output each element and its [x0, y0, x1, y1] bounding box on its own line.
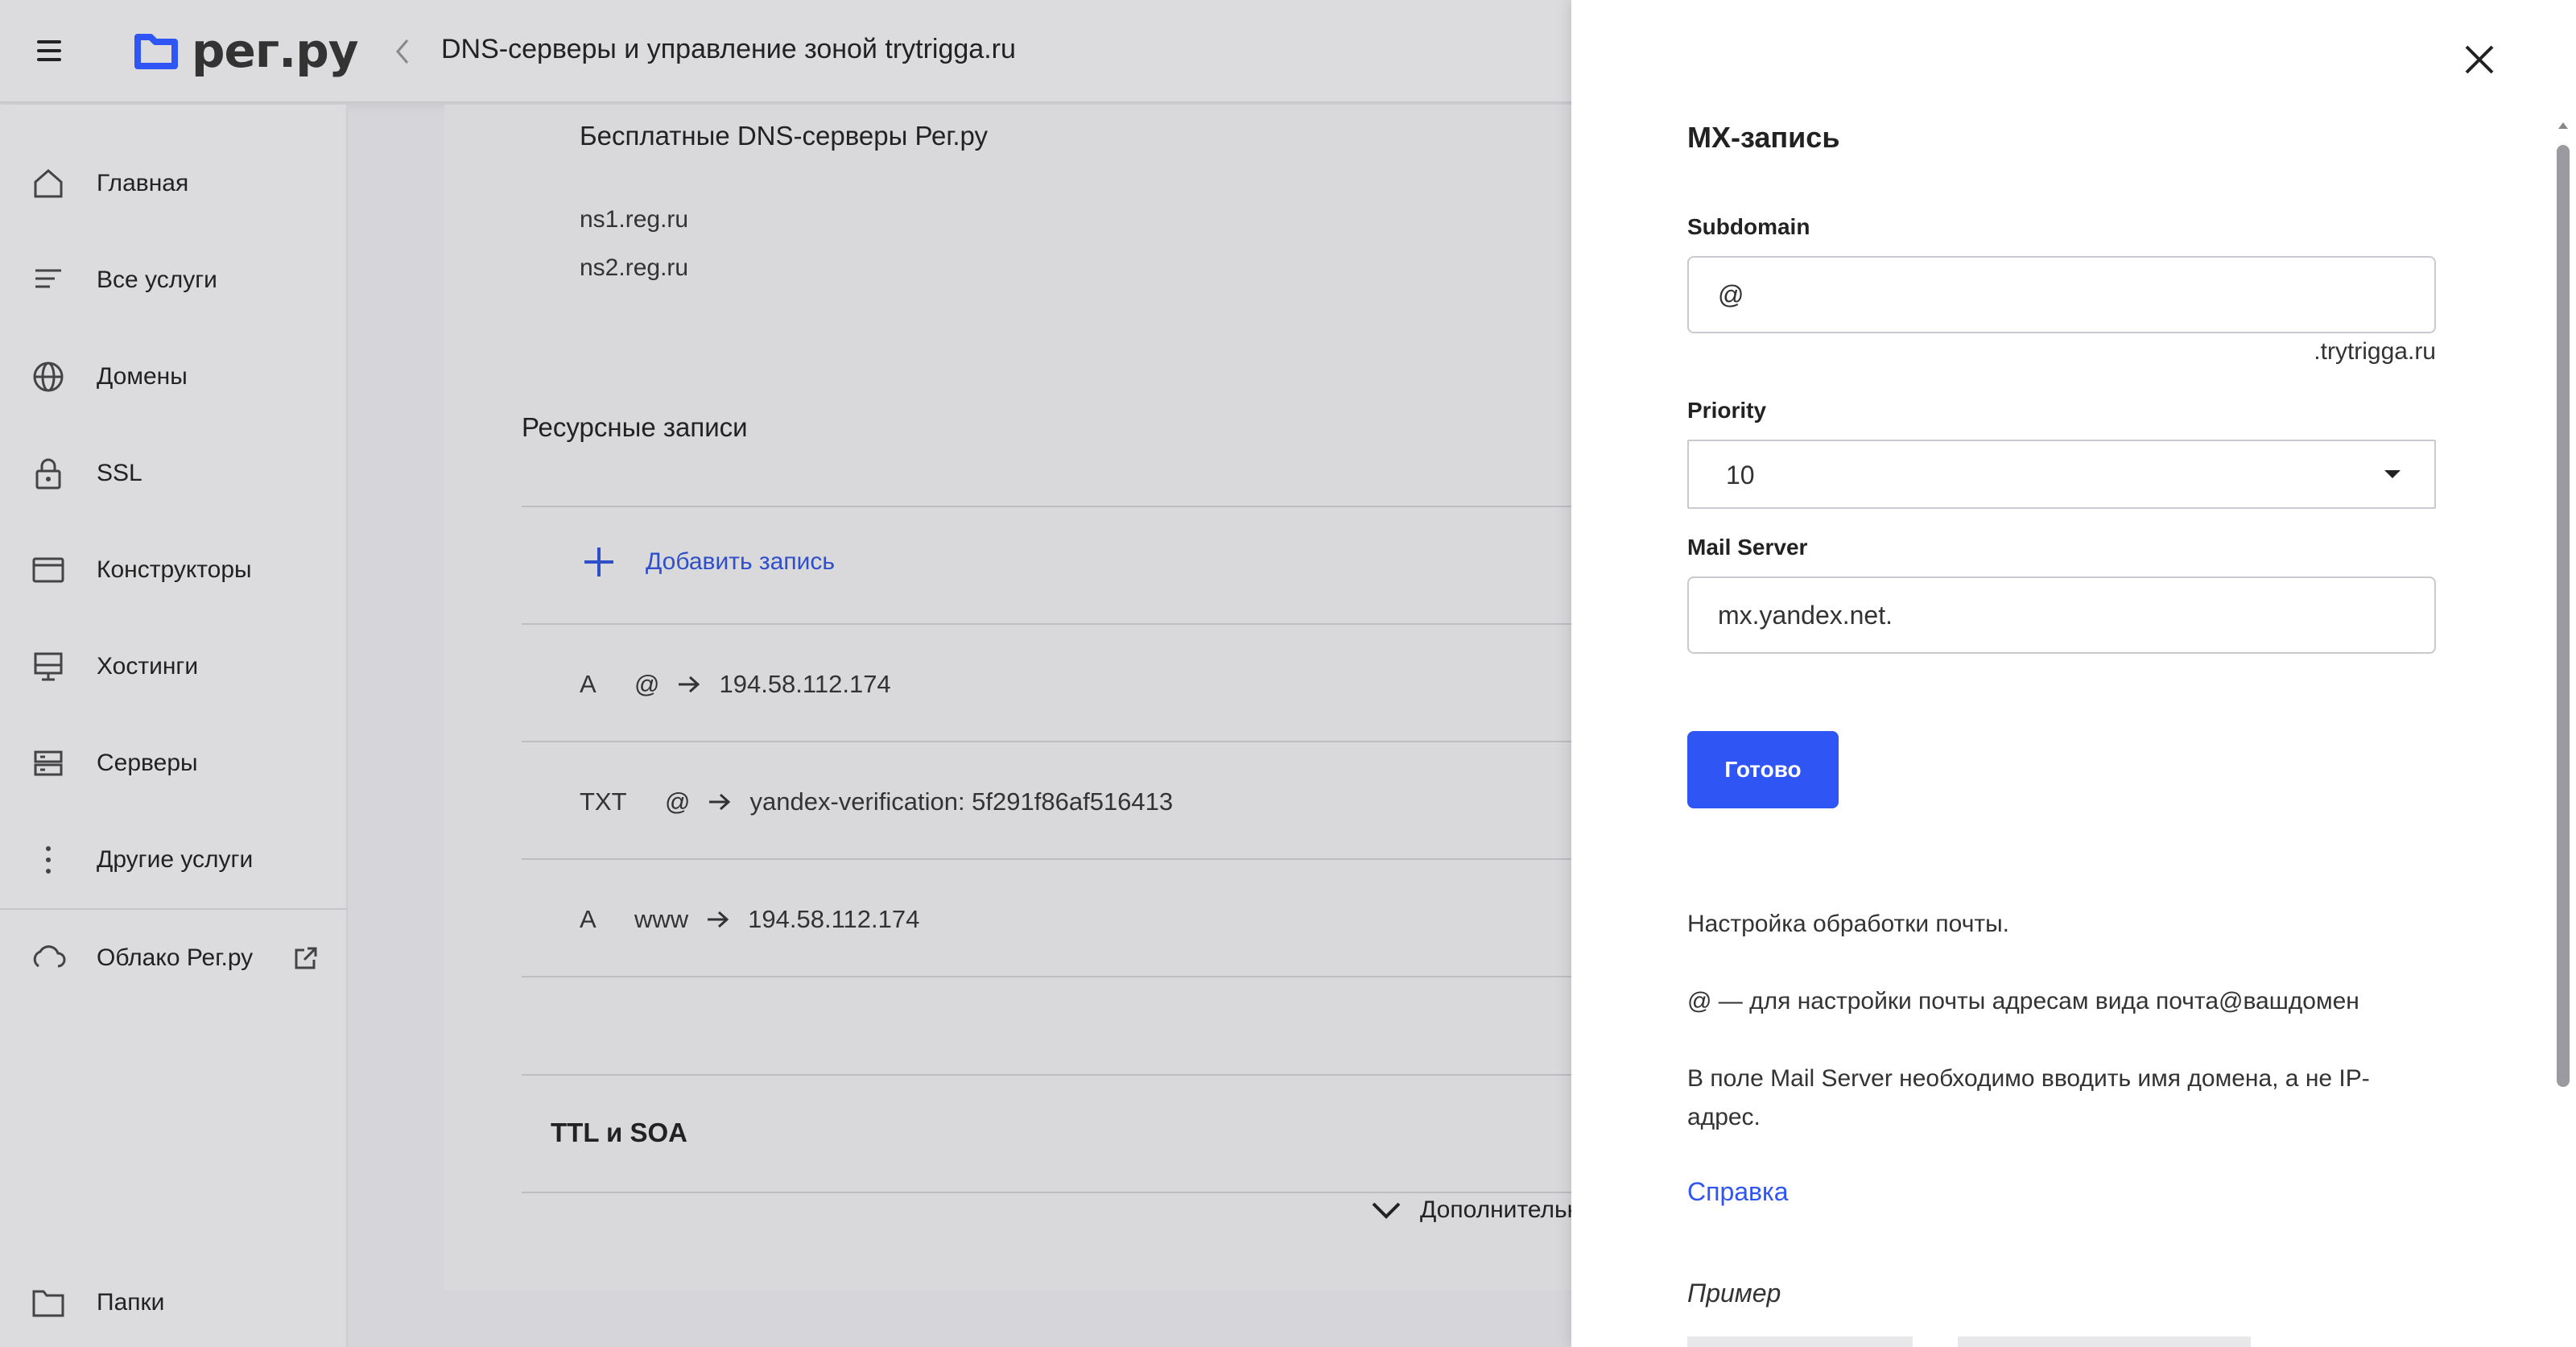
divider [522, 506, 1571, 507]
dns-servers-title: Бесплатные DNS-серверы Рег.ру [580, 121, 989, 151]
sidebar-item-label: Другие услуги [97, 846, 254, 873]
list-icon [35, 269, 61, 288]
sidebar-item-label: Хостинги [97, 653, 199, 680]
divider [522, 976, 1571, 977]
chevron-down-icon [1372, 1202, 1401, 1219]
sidebar-item-label: Папки [97, 1289, 165, 1316]
subdomain-label: Subdomain [1687, 214, 1810, 239]
sidebar-item-home[interactable]: Главная [0, 143, 348, 224]
help-text: Настройка обработки почты. [1687, 911, 2009, 937]
drawer-title: MX-запись [1687, 121, 1840, 154]
divider [522, 858, 1571, 860]
server-icon [34, 750, 63, 776]
menu-icon[interactable] [37, 39, 64, 63]
drawer-scrollbar[interactable] [2557, 145, 2570, 1087]
sidebar-item-label: Конструкторы [97, 556, 252, 583]
more-options-toggle[interactable]: Дополнительн [1370, 1196, 1580, 1224]
globe-icon [33, 362, 64, 392]
sidebar-item-folders[interactable]: Папки [0, 1262, 348, 1343]
record-row[interactable]: TXT @ yandex-verification: 5f291f86af516… [580, 746, 1173, 858]
record-host: www [634, 905, 689, 933]
caret-down-icon [2384, 470, 2401, 478]
divider [522, 1074, 1571, 1076]
record-value: yandex-verification: 5f291f86af516413 [749, 787, 1174, 816]
scroll-up-icon[interactable] [2557, 121, 2570, 130]
priority-select[interactable]: 10 [1687, 440, 2436, 509]
page-title: DNS-серверы и управление зоной trytrigga… [441, 34, 1016, 64]
priority-value: 10 [1726, 461, 1755, 490]
divider [522, 1192, 1571, 1193]
sidebar-divider [0, 908, 348, 910]
sidebar-item-label: Домены [97, 363, 188, 390]
mx-record-drawer: MX-запись Subdomain .trytrigga.ru Priori… [1571, 0, 2576, 1347]
sidebar: Главная Все услуги Домены SSL Конструкто… [0, 105, 348, 1347]
dns-server-item: ns2.reg.ru [580, 254, 689, 281]
sidebar-item-label: Облако Рег.ру [97, 944, 254, 971]
sidebar-item-servers[interactable]: Серверы [0, 723, 348, 804]
arrow-right-icon [709, 793, 731, 811]
record-value: 194.58.112.174 [748, 905, 920, 933]
divider [522, 623, 1571, 625]
subdomain-suffix: .trytrigga.ru [2314, 338, 2436, 365]
window-icon [32, 557, 64, 583]
add-record-label: Добавить запись [646, 548, 835, 575]
sidebar-item-domains[interactable]: Домены [0, 337, 348, 417]
sidebar-item-all-services[interactable]: Все услуги [0, 240, 348, 320]
ttl-soa-title[interactable]: TTL и SOA [551, 1118, 687, 1148]
plus-icon [584, 547, 613, 576]
sidebar-item-constructors[interactable]: Конструкторы [0, 530, 348, 610]
record-row[interactable]: A www 194.58.112.174 [580, 863, 919, 976]
mail-server-label: Mail Server [1687, 535, 1808, 560]
sidebar-item-label: Все услуги [97, 267, 217, 293]
more-vertical-icon [46, 846, 51, 874]
sidebar-item-label: Серверы [97, 750, 198, 776]
lock-icon [35, 458, 61, 490]
example-heading: Пример [1687, 1279, 1781, 1308]
arrow-right-icon [708, 911, 729, 928]
record-host: @ [665, 787, 691, 816]
sidebar-item-label: SSL [97, 460, 142, 486]
record-host: @ [634, 670, 660, 698]
record-value: 194.58.112.174 [719, 670, 891, 698]
record-type: TXT [580, 787, 627, 816]
sidebar-item-other-services[interactable]: Другие услуги [0, 820, 348, 900]
dns-server-item: ns1.reg.ru [580, 206, 689, 233]
sidebar-item-ssl[interactable]: SSL [0, 433, 348, 514]
home-icon [34, 169, 63, 198]
close-icon[interactable] [2462, 42, 2497, 77]
folder-logo-icon [134, 34, 178, 69]
folder-icon [32, 1290, 64, 1317]
divider [522, 741, 1571, 742]
help-text: @ — для настройки почты адресам вида поч… [1687, 988, 2359, 1014]
record-type: A [580, 905, 597, 933]
sidebar-item-cloud[interactable]: Облако Рег.ру [0, 918, 348, 998]
subdomain-input[interactable] [1687, 256, 2436, 333]
external-link-icon [295, 947, 317, 969]
arrow-right-icon [679, 676, 700, 693]
sidebar-item-label: Главная [97, 170, 189, 196]
resource-records-title: Ресурсные записи [522, 412, 748, 442]
mail-server-input[interactable] [1687, 576, 2436, 654]
sidebar-item-hosting[interactable]: Хостинги [0, 626, 348, 707]
add-record-button[interactable]: Добавить запись [581, 544, 835, 580]
cloud-icon [33, 945, 66, 968]
help-link[interactable]: Справка [1687, 1177, 1789, 1207]
more-options-label: Дополнительн [1420, 1196, 1581, 1223]
monitor-icon [34, 652, 63, 681]
priority-label: Priority [1687, 398, 1767, 423]
logo-text: рег.ру [192, 23, 359, 78]
help-text: В поле Mail Server необходимо вводить им… [1687, 1065, 2370, 1130]
back-chevron-icon[interactable] [393, 37, 412, 66]
record-row[interactable]: A @ 194.58.112.174 [580, 628, 891, 741]
logo[interactable]: рег.ру [134, 23, 359, 78]
submit-button[interactable]: Готово [1687, 731, 1839, 808]
clipped-text [1687, 1337, 2251, 1347]
record-type: A [580, 670, 597, 698]
